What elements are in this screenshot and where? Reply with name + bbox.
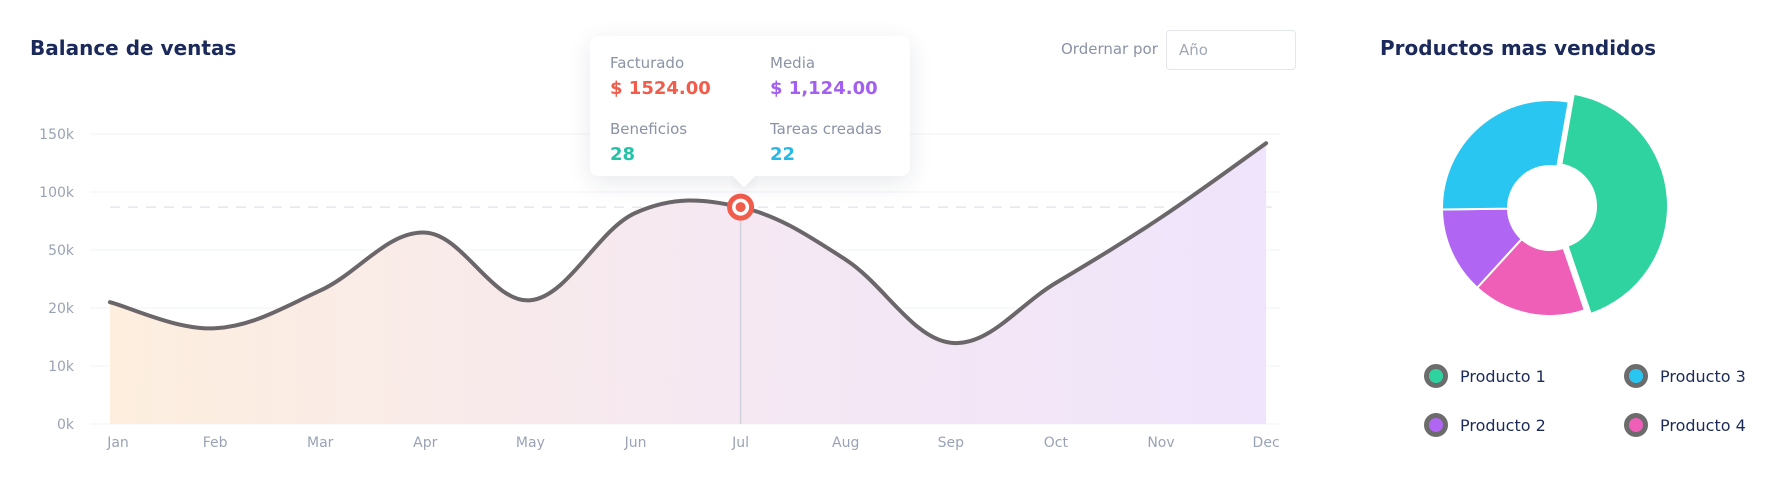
tareas-label: Tareas creadas [770, 120, 882, 138]
x-tick-label: Oct [1044, 435, 1069, 451]
tooltip-tareas: Tareas creadas 22 [770, 120, 882, 165]
beneficios-value: 28 [610, 144, 636, 165]
donut-slice [1560, 92, 1669, 316]
donut-slice [1441, 99, 1570, 211]
products-donut-chart [1440, 92, 1669, 317]
facturado-label: Facturado [610, 54, 685, 72]
x-tick-label: Mar [307, 435, 334, 451]
tareas-value: 22 [770, 144, 796, 165]
legend-dot-icon [1624, 364, 1648, 388]
beneficios-label: Beneficios [610, 120, 688, 138]
x-tick-label: Jun [624, 435, 647, 451]
y-tick-label: 150k [39, 127, 75, 143]
tooltip-beneficios: Beneficios 28 [610, 120, 687, 165]
legend-dot-icon [1424, 413, 1448, 437]
products-title: Productos mas vendidos [1380, 36, 1657, 60]
media-label: Media [770, 54, 816, 72]
x-tick-label: Nov [1147, 435, 1174, 451]
y-tick-label: 20k [48, 301, 75, 317]
legend-item-producto-2[interactable]: Producto 2 [1424, 413, 1546, 437]
x-tick-label: May [516, 435, 545, 451]
x-tick-label: Sep [938, 435, 965, 451]
legend-item-producto-3[interactable]: Producto 3 [1624, 364, 1746, 388]
legend-label: Producto 4 [1660, 415, 1746, 435]
legend-label: Producto 2 [1460, 415, 1546, 435]
legend-item-producto-4[interactable]: Producto 4 [1624, 413, 1746, 437]
sales-balance-card: Balance de ventas Ordernar por Año 0k 10k… [0, 0, 1320, 480]
facturado-value: $ 1524.00 [610, 78, 711, 99]
x-tick-label: Dec [1253, 435, 1280, 451]
x-tick-label: Jul [731, 435, 749, 451]
legend-dot-icon [1624, 413, 1648, 437]
highlight-point-core [735, 202, 746, 213]
y-tick-label: 50k [48, 243, 75, 259]
legend-label: Producto 3 [1660, 366, 1746, 386]
y-tick-label: 100k [39, 185, 75, 201]
legend-label: Producto 1 [1460, 366, 1546, 386]
x-tick-label: Aug [832, 435, 859, 451]
x-tick-label: Jan [106, 435, 129, 451]
legend-item-producto-1[interactable]: Producto 1 [1424, 364, 1546, 388]
x-tick-label: Feb [203, 435, 228, 451]
y-tick-label: 10k [48, 359, 75, 375]
legend-dot-icon [1424, 364, 1448, 388]
area-fill [110, 143, 1267, 424]
chart-tooltip: Facturado $ 1524.00 Media $ 1,124.00 Ben… [590, 36, 910, 176]
y-tick-label: 0k [57, 417, 75, 433]
x-tick-label: Apr [413, 435, 437, 451]
tooltip-facturado: Facturado $ 1524.00 [610, 54, 711, 99]
tooltip-media: Media $ 1,124.00 [770, 54, 878, 99]
media-value: $ 1,124.00 [770, 78, 878, 99]
